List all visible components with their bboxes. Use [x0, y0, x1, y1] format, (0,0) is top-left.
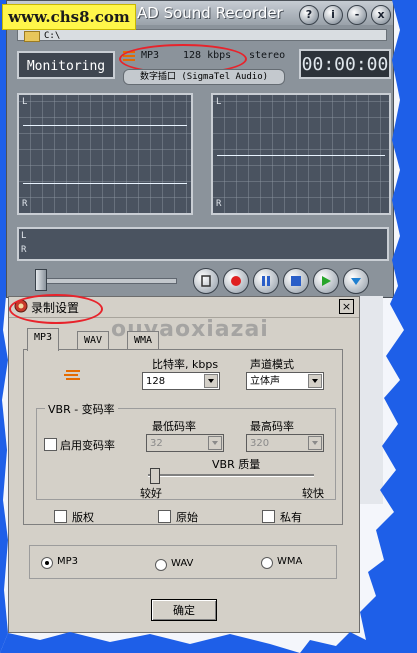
tab-mp3[interactable]: MP3	[27, 328, 60, 351]
torn-border	[0, 0, 417, 653]
site-watermark: www.chs8.com	[2, 4, 136, 30]
